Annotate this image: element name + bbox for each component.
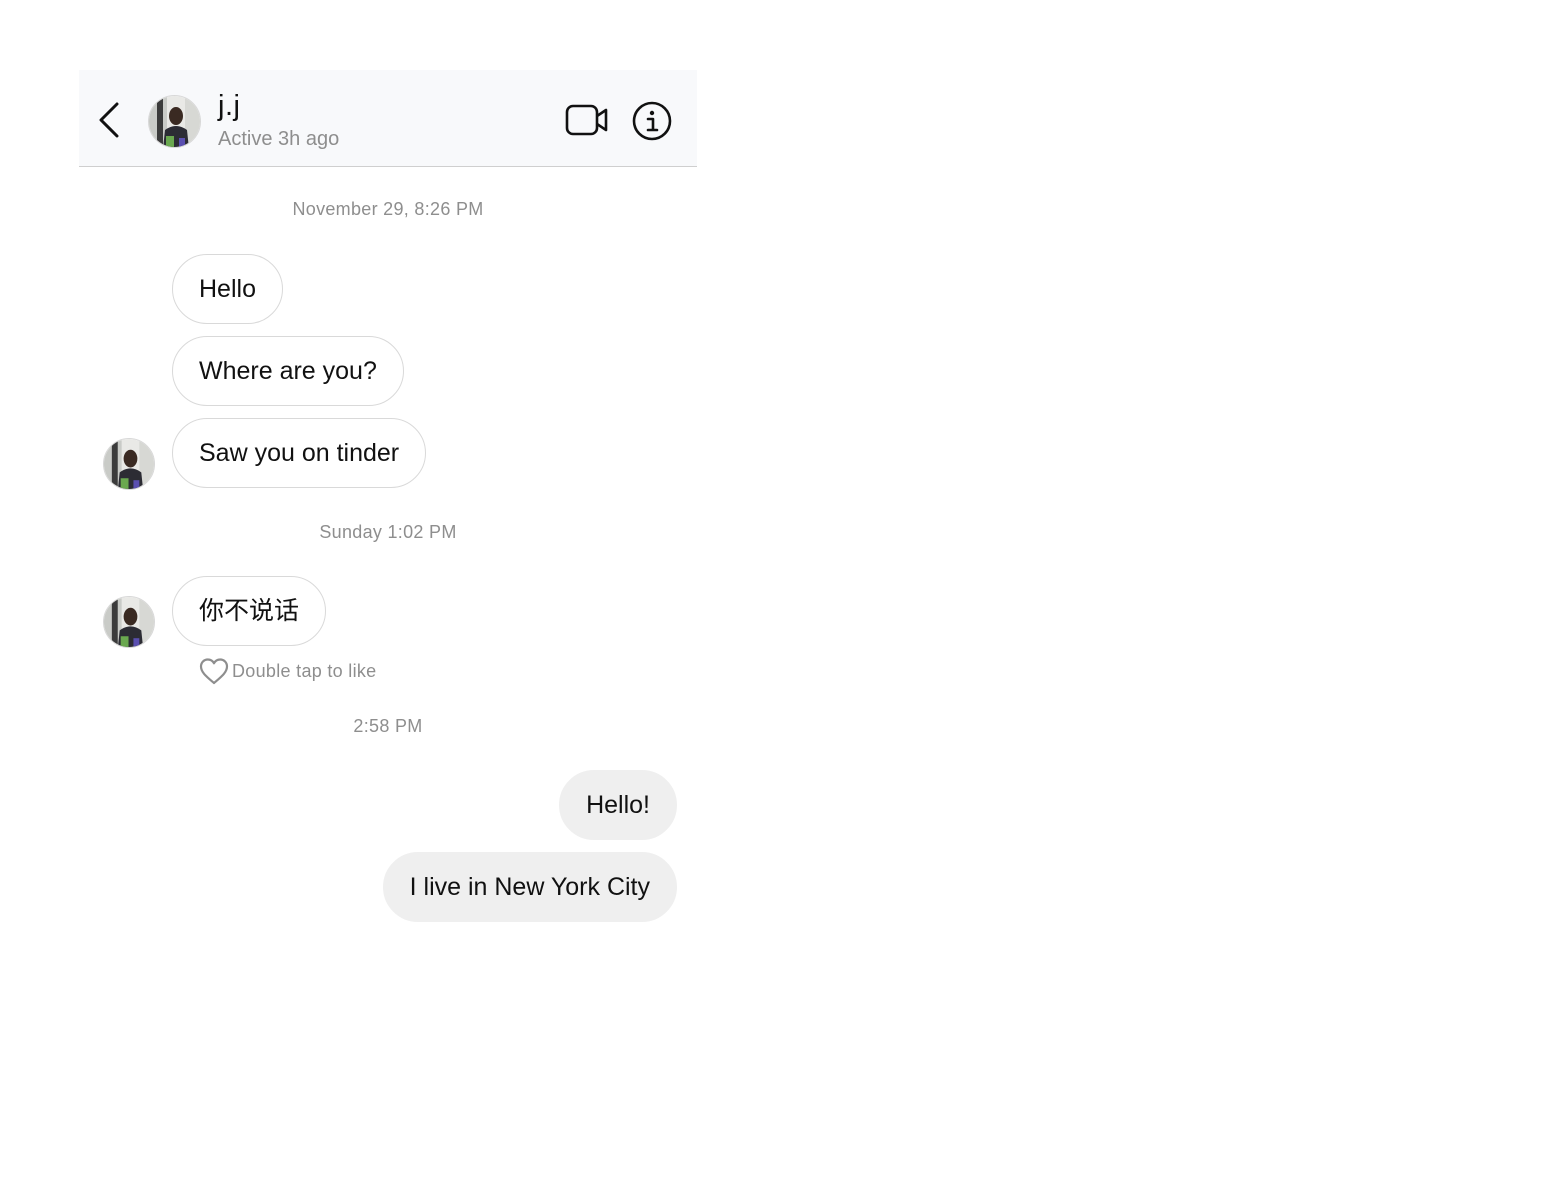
video-call-button[interactable] — [565, 102, 609, 138]
double-tap-like-hint[interactable]: Double tap to like — [198, 656, 377, 686]
incoming-message[interactable]: Hello — [172, 254, 283, 324]
incoming-message[interactable]: Where are you? — [172, 336, 404, 406]
active-status: Active 3h ago — [218, 128, 340, 150]
sender-avatar[interactable] — [103, 596, 155, 648]
chevron-left-icon — [99, 102, 119, 138]
sender-avatar[interactable] — [103, 438, 155, 490]
like-hint-text: Double tap to like — [232, 660, 377, 681]
message-timestamp: 2:58 PM — [353, 716, 423, 736]
back-button[interactable] — [93, 98, 129, 142]
contact-name[interactable]: j.j — [218, 90, 240, 123]
heart-icon — [199, 658, 229, 685]
header-avatar[interactable] — [148, 95, 201, 148]
message-timestamp: November 29, 8:26 PM — [292, 199, 484, 219]
outgoing-message[interactable]: Hello! — [559, 770, 677, 840]
outgoing-message[interactable]: I live in New York City — [382, 852, 677, 922]
incoming-message[interactable]: Saw you on tinder — [172, 418, 427, 488]
chat-header: j.j Active 3h ago — [79, 70, 697, 167]
info-button[interactable] — [631, 100, 673, 142]
video-camera-icon — [565, 104, 608, 136]
chat-window: j.j Active 3h ago November 29, 8:26 PM H… — [79, 70, 697, 950]
incoming-message[interactable]: 你不说话 — [172, 576, 327, 646]
message-timestamp: Sunday 1:02 PM — [319, 522, 457, 542]
info-icon — [632, 101, 672, 141]
